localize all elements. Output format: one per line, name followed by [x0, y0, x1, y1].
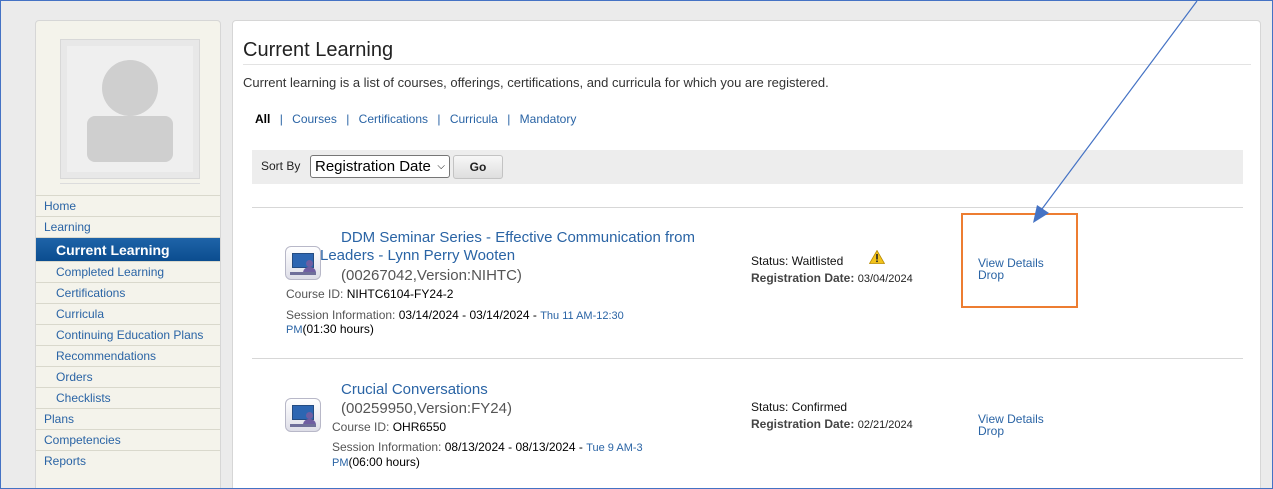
- sort-select[interactable]: Registration Date ⌵: [310, 155, 450, 178]
- registration-date-label: Registration Date:: [751, 271, 855, 285]
- sidebar-item-completed-learning[interactable]: Completed Learning: [36, 261, 220, 282]
- session-time-link[interactable]: Thu 11 AM-12:30: [540, 310, 624, 322]
- filter-separator: |: [279, 112, 283, 126]
- course-title-line1[interactable]: DDM Seminar Series - Effective Communica…: [341, 229, 695, 247]
- session-info-cont: PM(06:00 hours): [332, 455, 420, 469]
- session-time-link[interactable]: PM: [332, 457, 349, 469]
- avatar-divider: [60, 183, 200, 184]
- course-id-value: NIHTC6104-FY24-2: [346, 287, 454, 301]
- sidebar-item-reports[interactable]: Reports: [36, 450, 220, 471]
- app-window: Home Learning Current Learning Completed…: [0, 0, 1273, 489]
- course-id: Course ID: NIHTC6104-FY24-2: [286, 287, 453, 301]
- sort-by-label: Sort By: [261, 159, 301, 173]
- session-hours: (06:00 hours): [348, 455, 420, 469]
- session-info-cont: PM(01:30 hours): [286, 322, 374, 336]
- session-info: Session Information: 03/14/2024 - 03/14/…: [286, 308, 624, 322]
- registration-date-label: Registration Date:: [751, 417, 855, 431]
- avatar: [60, 39, 200, 179]
- filter-separator: |: [346, 112, 350, 126]
- sidebar-item-continuing-education-plans[interactable]: Continuing Education Plans: [36, 324, 220, 345]
- course-id-value: OHR6550: [392, 420, 447, 434]
- filter-mandatory[interactable]: Mandatory: [520, 112, 577, 126]
- registration-date: Registration Date: 03/04/2024: [751, 271, 913, 285]
- sidebar: Home Learning Current Learning Completed…: [35, 20, 221, 488]
- sidebar-item-certifications[interactable]: Certifications: [36, 282, 220, 303]
- filter-separator: |: [507, 112, 511, 126]
- course-code: (00259950,Version:FY24): [341, 400, 512, 417]
- course-icon: [285, 398, 321, 432]
- sidebar-item-learning[interactable]: Learning: [36, 216, 220, 237]
- session-dates: 08/13/2024 - 08/13/2024 -: [444, 440, 583, 454]
- sidebar-item-plans[interactable]: Plans: [36, 408, 220, 429]
- registration-date-value: 03/04/2024: [857, 273, 913, 285]
- session-label: Session Information:: [332, 440, 442, 454]
- course-actions: View Details Drop: [978, 413, 1044, 437]
- course-icon: [285, 246, 321, 280]
- sidebar-item-checklists[interactable]: Checklists: [36, 387, 220, 408]
- chevron-down-icon: ⌵: [437, 161, 445, 172]
- divider: [252, 358, 1243, 359]
- sidebar-item-home[interactable]: Home: [36, 195, 220, 216]
- warning-icon: [869, 250, 885, 264]
- session-time-link[interactable]: Tue 9 AM-3: [586, 442, 642, 454]
- course-id: Course ID: OHR6550: [332, 420, 446, 434]
- sidebar-item-current-learning[interactable]: Current Learning: [36, 237, 220, 261]
- avatar-placeholder-icon: [67, 46, 193, 172]
- filter-separator: |: [437, 112, 441, 126]
- session-hours: (01:30 hours): [302, 322, 374, 336]
- course-code: (00267042,Version:NIHTC): [341, 267, 522, 284]
- sidebar-nav: Home Learning Current Learning Completed…: [36, 195, 220, 471]
- filter-curricula[interactable]: Curricula: [450, 112, 498, 126]
- session-info: Session Information: 08/13/2024 - 08/13/…: [332, 440, 643, 454]
- registration-date: Registration Date: 02/21/2024: [751, 417, 913, 431]
- page-title: Current Learning: [243, 39, 394, 61]
- session-time-link[interactable]: PM: [286, 324, 303, 336]
- sidebar-item-curricula[interactable]: Curricula: [36, 303, 220, 324]
- filter-bar: All | Courses | Certifications | Curricu…: [255, 112, 576, 126]
- sidebar-item-recommendations[interactable]: Recommendations: [36, 345, 220, 366]
- status-badge: Status: Waitlisted: [751, 254, 844, 268]
- session-dates: 03/14/2024 - 03/14/2024 -: [398, 308, 537, 322]
- course-title[interactable]: Crucial Conversations: [341, 381, 488, 399]
- course-id-label: Course ID:: [286, 287, 344, 301]
- sidebar-item-competencies[interactable]: Competencies: [36, 429, 220, 450]
- go-button[interactable]: Go: [453, 155, 503, 179]
- sort-selected-value: Registration Date: [315, 158, 431, 175]
- annotation-arrow-icon: [1033, 1, 1198, 223]
- registration-date-value: 02/21/2024: [857, 419, 913, 431]
- status-badge: Status: Confirmed: [751, 400, 848, 414]
- filter-courses[interactable]: Courses: [292, 112, 337, 126]
- filter-certifications[interactable]: Certifications: [359, 112, 428, 126]
- session-label: Session Information:: [286, 308, 396, 322]
- course-title-line2[interactable]: Leaders - Lynn Perry Wooten: [320, 247, 515, 265]
- drop-link[interactable]: Drop: [978, 425, 1044, 437]
- sidebar-item-orders[interactable]: Orders: [36, 366, 220, 387]
- course-id-label: Course ID:: [332, 420, 390, 434]
- page-description: Current learning is a list of courses, o…: [243, 75, 829, 90]
- filter-all[interactable]: All: [255, 112, 270, 126]
